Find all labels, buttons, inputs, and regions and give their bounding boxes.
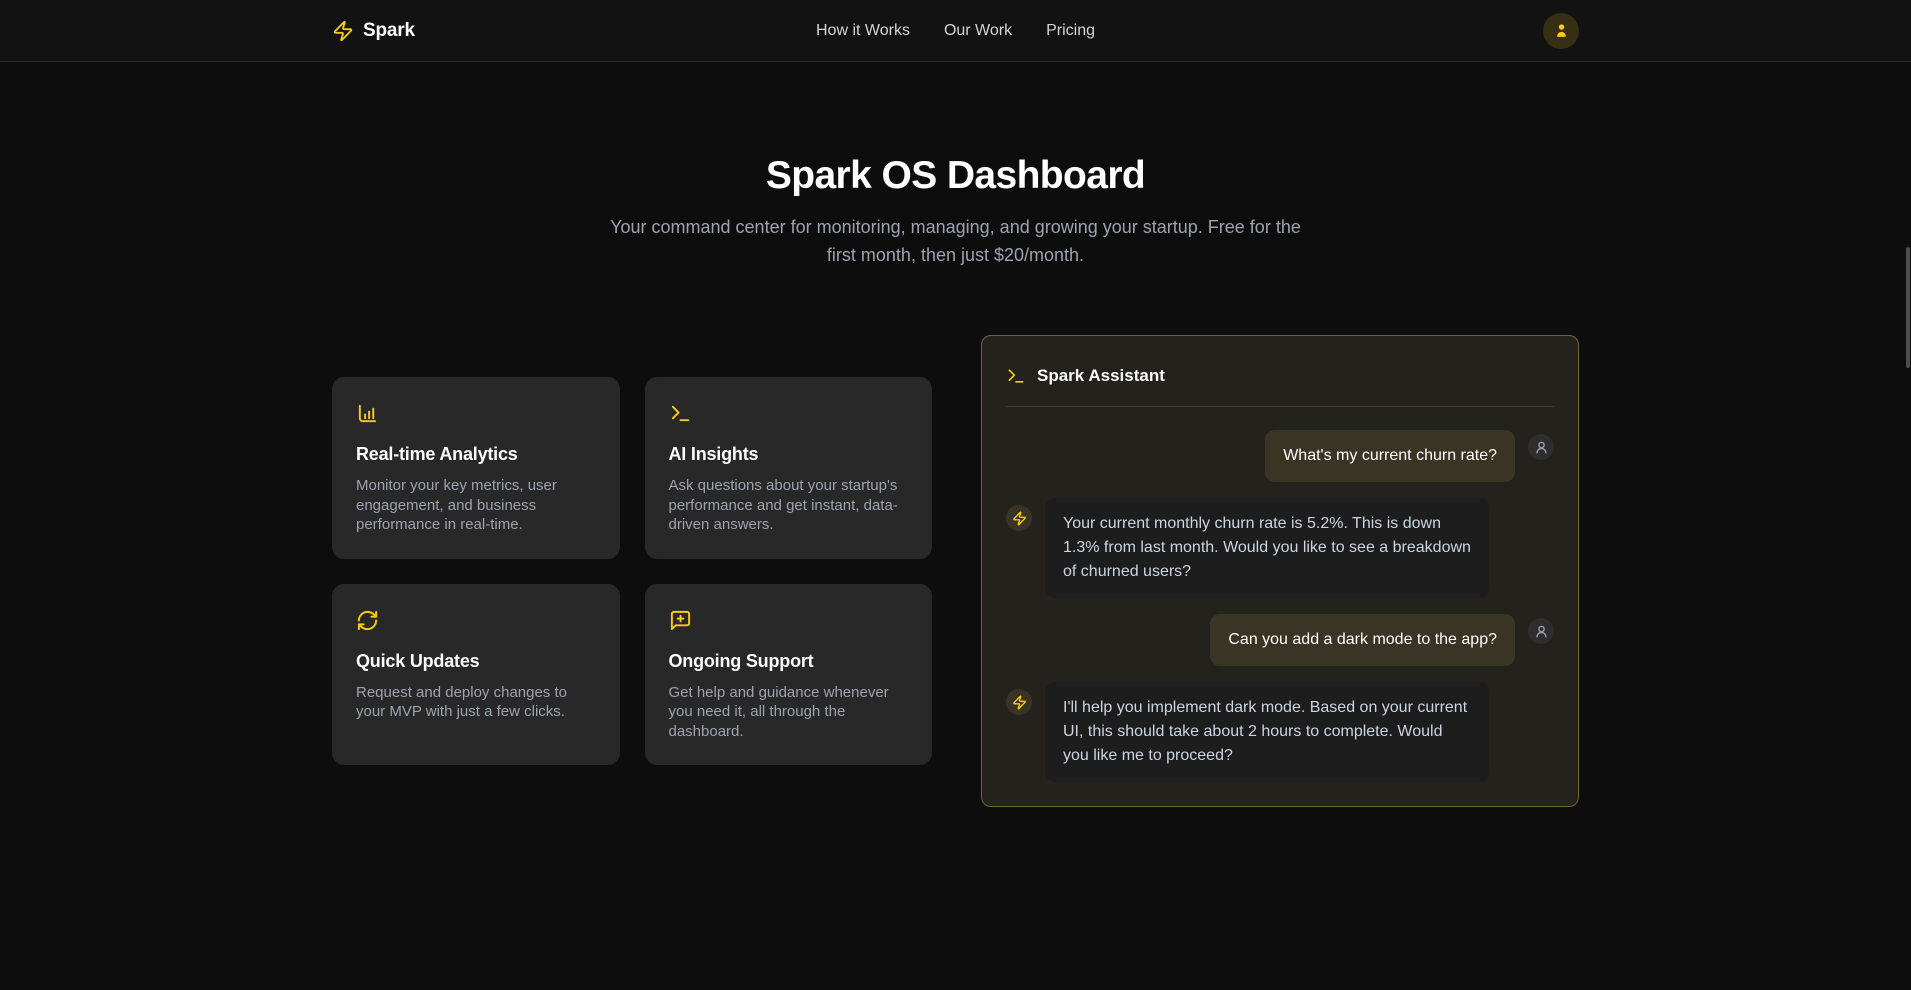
chart-column-icon — [356, 402, 379, 425]
user-round-icon — [1534, 624, 1549, 639]
feature-title: Ongoing Support — [669, 651, 909, 672]
assistant-title: Spark Assistant — [1037, 366, 1165, 386]
vertical-scrollbar-thumb[interactable] — [1906, 247, 1910, 368]
features-grid: Real-time Analytics Monitor your key met… — [332, 377, 932, 765]
dashboard-section: Real-time Analytics Monitor your key met… — [332, 335, 1579, 807]
main-nav: How it Works Our Work Pricing — [816, 22, 1095, 40]
feature-card-ai-insights: AI Insights Ask questions about your sta… — [645, 377, 933, 559]
zap-icon — [1012, 695, 1027, 710]
hero-section: Spark OS Dashboard Your command center f… — [0, 154, 1911, 269]
feature-description: Ask questions about your startup's perfo… — [669, 476, 909, 535]
message-square-plus-icon — [669, 609, 692, 632]
brand[interactable]: Spark — [332, 20, 415, 42]
chat-message-user: Can you add a dark mode to the app? — [1006, 614, 1554, 666]
feature-description: Get help and guidance whenever you need … — [669, 683, 909, 742]
feature-title: Quick Updates — [356, 651, 596, 672]
chat-message-assistant: Your current monthly churn rate is 5.2%.… — [1006, 498, 1554, 598]
feature-card-ongoing-support: Ongoing Support Get help and guidance wh… — [645, 584, 933, 766]
user-chat-avatar — [1528, 434, 1554, 460]
page-subtitle: Your command center for monitoring, mana… — [606, 213, 1306, 269]
feature-title: Real-time Analytics — [356, 444, 596, 465]
user-chat-avatar — [1528, 618, 1554, 644]
user-message-bubble: Can you add a dark mode to the app? — [1210, 614, 1515, 666]
terminal-icon — [1006, 366, 1026, 386]
assistant-message-bubble: Your current monthly churn rate is 5.2%.… — [1045, 498, 1489, 598]
feature-description: Monitor your key metrics, user engagemen… — [356, 476, 596, 535]
brand-name: Spark — [363, 20, 415, 42]
page-title: Spark OS Dashboard — [0, 154, 1911, 198]
feature-card-quick-updates: Quick Updates Request and deploy changes… — [332, 584, 620, 766]
nav-link-how-it-works[interactable]: How it Works — [816, 22, 910, 40]
user-icon — [1552, 21, 1571, 40]
assistant-message-bubble: I'll help you implement dark mode. Based… — [1045, 682, 1489, 782]
nav-link-our-work[interactable]: Our Work — [944, 22, 1012, 40]
feature-description: Request and deploy changes to your MVP w… — [356, 683, 596, 722]
site-header: Spark How it Works Our Work Pricing — [0, 0, 1911, 62]
feature-title: AI Insights — [669, 444, 909, 465]
zap-icon — [1012, 511, 1027, 526]
chat-message-user: What's my current churn rate? — [1006, 430, 1554, 482]
assistant-header: Spark Assistant — [1006, 360, 1554, 407]
main-content: Spark OS Dashboard Your command center f… — [0, 154, 1911, 807]
spark-assistant-panel: Spark Assistant What's my current churn … — [981, 335, 1579, 807]
user-avatar-button[interactable] — [1543, 13, 1579, 49]
assistant-chat-avatar — [1006, 505, 1032, 531]
user-message-bubble: What's my current churn rate? — [1265, 430, 1515, 482]
terminal-icon — [669, 402, 692, 425]
chat-message-assistant: I'll help you implement dark mode. Based… — [1006, 682, 1554, 782]
chat-messages: What's my current churn rate? Your curre… — [1006, 430, 1554, 782]
nav-link-pricing[interactable]: Pricing — [1046, 22, 1095, 40]
feature-card-realtime-analytics: Real-time Analytics Monitor your key met… — [332, 377, 620, 559]
zap-icon — [332, 20, 354, 42]
user-round-icon — [1534, 440, 1549, 455]
assistant-chat-avatar — [1006, 689, 1032, 715]
refresh-icon — [356, 609, 379, 632]
